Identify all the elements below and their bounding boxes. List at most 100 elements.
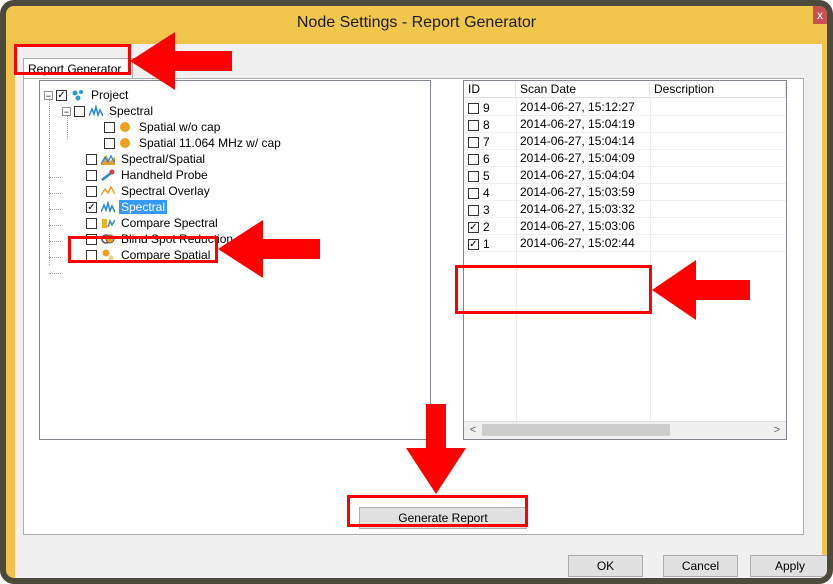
tree-connector [49, 273, 61, 274]
tree-item-label: Spectral [119, 200, 168, 214]
tree-checkbox[interactable] [86, 233, 97, 245]
tree-item-label: Spectral Overlay [121, 184, 210, 198]
overlay-icon [101, 185, 115, 196]
tree-item-compare-spectral[interactable]: Compare Spectral [86, 215, 220, 231]
row-checkbox[interactable] [468, 119, 479, 131]
column-header-description[interactable]: Description [650, 82, 786, 97]
tree-connector [49, 257, 61, 258]
apply-button[interactable]: Apply [750, 555, 827, 577]
row-date: 2014-06-27, 15:04:04 [520, 168, 635, 182]
table-row[interactable]: 4 2014-06-27, 15:03:59 [464, 183, 786, 201]
table-row[interactable]: 5 2014-06-27, 15:04:04 [464, 166, 786, 184]
row-checkbox[interactable] [468, 153, 479, 165]
tab-report-generator[interactable]: Report Generator [23, 58, 133, 78]
table-row[interactable]: 6 2014-06-27, 15:04:09 [464, 149, 786, 167]
tree-checkbox[interactable] [86, 153, 97, 165]
tree-checkbox[interactable] [74, 105, 85, 117]
row-id: 2 [483, 220, 490, 234]
table-row[interactable]: ✓ 1 2014-06-27, 15:02:44 [464, 234, 786, 252]
row-date: 2014-06-27, 15:03:06 [520, 219, 635, 233]
tree-item-label: Compare Spectral [121, 216, 218, 230]
row-date: 2014-06-27, 15:03:59 [520, 185, 635, 199]
row-date: 2014-06-27, 15:04:19 [520, 117, 635, 131]
compare-spectral-icon [102, 219, 115, 228]
row-id: 8 [483, 118, 490, 132]
window-title: Node Settings - Report Generator [296, 14, 537, 31]
row-checkbox[interactable]: ✓ [468, 221, 479, 233]
tree-checkbox[interactable] [86, 249, 97, 261]
tree-item-compare-spatial[interactable]: Compare Spatial [86, 247, 212, 263]
orange-dot-icon [120, 138, 130, 148]
row-date: 2014-06-27, 15:04:14 [520, 134, 635, 148]
tree-item-label: Project [91, 88, 129, 102]
tree-checkbox[interactable] [86, 185, 97, 197]
tree-checkbox[interactable] [104, 137, 115, 149]
tree-item-label: Handheld Probe [121, 168, 208, 182]
table-row[interactable]: 8 2014-06-27, 15:04:19 [464, 115, 786, 133]
ok-button[interactable]: OK [568, 555, 643, 577]
tree-connector [49, 225, 61, 226]
column-header-id[interactable]: ID [464, 82, 516, 97]
row-checkbox[interactable] [468, 136, 479, 148]
scan-list-header: ID Scan Date Description [464, 81, 786, 98]
collapse-icon[interactable]: − [44, 90, 53, 100]
tree-item-spectral-overlay[interactable]: Spectral Overlay [86, 183, 212, 199]
tree-item-blind-spot[interactable]: Blind Spot Reduction [86, 231, 235, 247]
row-checkbox[interactable] [468, 102, 479, 114]
row-date: 2014-06-27, 15:02:44 [520, 236, 635, 250]
title-bar[interactable]: Node Settings - Report Generator x [6, 6, 827, 40]
tree-item-spectral-selected[interactable]: ✓ Spectral [86, 199, 168, 215]
tree-item-project[interactable]: − ✓ Project [44, 87, 130, 103]
column-header-scan-date[interactable]: Scan Date [516, 82, 650, 97]
row-id: 6 [483, 152, 490, 166]
tree-connector [49, 209, 61, 210]
tree-item-spectral-parent[interactable]: − Spectral [62, 103, 155, 119]
tab-second[interactable] [133, 58, 163, 78]
tree-item-label: Spatial w/o cap [139, 120, 221, 134]
tree-item-spectral-spatial[interactable]: Spectral/Spatial [86, 151, 207, 167]
compare-spatial-icon [102, 249, 114, 261]
close-icon[interactable]: x [813, 6, 827, 24]
table-row[interactable]: 9 2014-06-27, 15:12:27 [464, 98, 786, 116]
row-date: 2014-06-27, 15:03:32 [520, 202, 635, 216]
tree-connector [49, 241, 61, 242]
probe-icon [101, 169, 115, 181]
row-checkbox[interactable] [468, 187, 479, 199]
dialog-client-area: Report Generator − ✓ Project − Spectral … [15, 44, 827, 578]
tree-item-spatial-with-cap[interactable]: Spatial 11.064 MHz w/ cap [104, 135, 283, 151]
tree-connector [49, 193, 61, 194]
generate-report-button[interactable]: Generate Report [359, 507, 527, 529]
collapse-icon[interactable]: − [62, 106, 71, 116]
scan-list[interactable]: ID Scan Date Description 9 2014-06-27, 1… [463, 80, 787, 440]
row-id: 3 [483, 203, 490, 217]
tree-item-label: Blind Spot Reduction [121, 232, 234, 246]
scroll-right-icon[interactable]: > [769, 423, 785, 438]
tree-checkbox[interactable] [86, 169, 97, 181]
spectral-spatial-icon [101, 154, 115, 165]
dialog-window: Node Settings - Report Generator x Repor… [0, 0, 833, 584]
tree-checkbox[interactable] [86, 217, 97, 229]
scrollbar-thumb[interactable] [482, 424, 670, 436]
tree-item-handheld-probe[interactable]: Handheld Probe [86, 167, 210, 183]
table-row[interactable]: 3 2014-06-27, 15:03:32 [464, 200, 786, 218]
tree-checkbox[interactable]: ✓ [56, 89, 67, 101]
tree-checkbox[interactable] [104, 121, 115, 133]
tree-item-label: Compare Spatial [121, 248, 211, 262]
tree-connector [49, 177, 61, 178]
tree-item-spatial-wo-cap[interactable]: Spatial w/o cap [104, 119, 222, 135]
scroll-left-icon[interactable]: < [465, 423, 481, 438]
blind-spot-icon [101, 234, 115, 244]
horizontal-scrollbar[interactable]: < > [464, 421, 786, 439]
spectral-icon [89, 105, 103, 117]
tree-item-label: Spatial 11.064 MHz w/ cap [139, 136, 281, 150]
row-checkbox[interactable] [468, 170, 479, 182]
tree-checkbox[interactable]: ✓ [86, 201, 97, 213]
cancel-button[interactable]: Cancel [663, 555, 738, 577]
table-row[interactable]: ✓ 2 2014-06-27, 15:03:06 [464, 217, 786, 235]
row-checkbox[interactable]: ✓ [468, 238, 479, 250]
node-tree[interactable]: − ✓ Project − Spectral Spatial w/o cap S… [39, 80, 431, 440]
table-row[interactable]: 7 2014-06-27, 15:04:14 [464, 132, 786, 150]
orange-dot-icon [120, 122, 130, 132]
row-id: 4 [483, 186, 490, 200]
row-checkbox[interactable] [468, 204, 479, 216]
